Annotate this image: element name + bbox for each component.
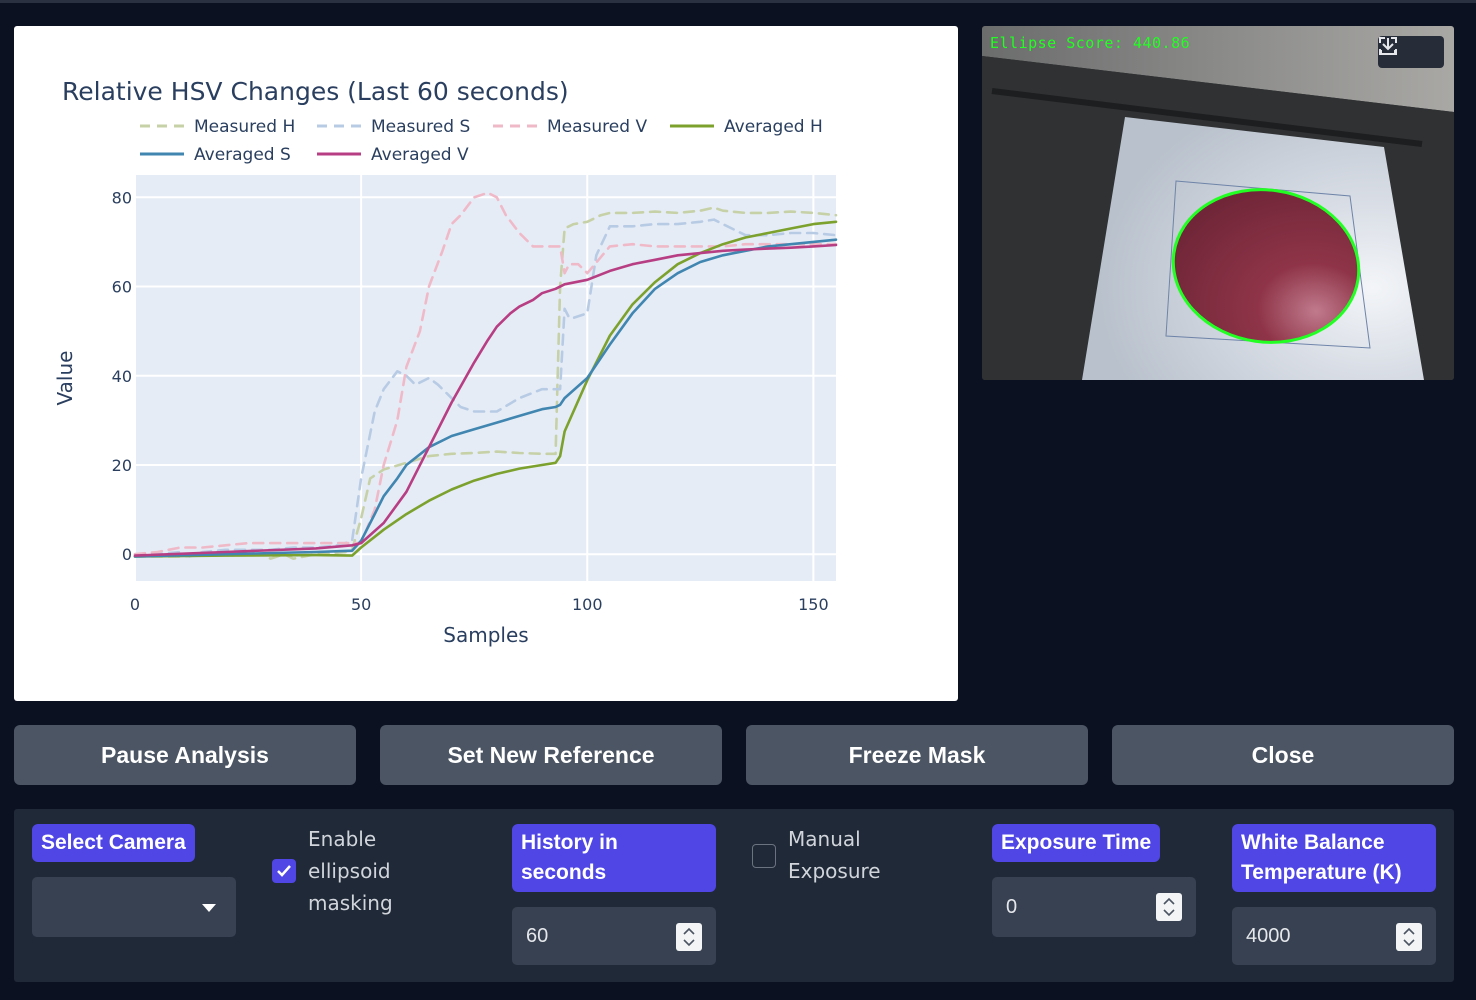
ellipsoid-masking-label: Enable ellipsoid masking (308, 827, 393, 915)
checkmark-icon (277, 865, 291, 877)
ellipse-score-label: Ellipse Score: 440.86 (990, 34, 1191, 52)
plot-area[interactable] (135, 175, 836, 581)
camera-feed: Ellipse Score: 440.86 (982, 26, 1454, 380)
white-balance-value[interactable] (1246, 907, 1376, 965)
camera-select[interactable] (32, 877, 236, 937)
x-tick-label: 0 (130, 595, 140, 614)
x-tick-label: 100 (572, 595, 603, 614)
exposure-spinner[interactable] (1156, 893, 1182, 921)
x-tick-label: 50 (351, 595, 371, 614)
window-top-border (0, 0, 1476, 3)
chart-title: Relative HSV Changes (Last 60 seconds) (62, 77, 569, 106)
exposure-time-input[interactable] (992, 877, 1196, 937)
hsv-chart-panel: Relative HSV Changes (Last 60 seconds) M… (14, 26, 958, 701)
legend-label: Averaged V (371, 145, 469, 165)
white-balance-label: White Balance Temperature (K) (1232, 824, 1436, 892)
history-seconds-value[interactable] (526, 907, 656, 965)
x-axis-title: Samples (443, 623, 528, 647)
download-icon[interactable] (1380, 36, 1444, 68)
set-new-reference-button[interactable]: Set New Reference (380, 725, 722, 785)
manual-exposure-label: Manual Exposure (788, 827, 881, 883)
spinner-arrows-icon (1403, 927, 1415, 947)
y-tick-label: 40 (112, 367, 132, 386)
legend-label: Measured S (371, 117, 470, 137)
chevron-down-icon (202, 904, 216, 912)
white-balance-input[interactable] (1232, 907, 1436, 965)
y-axis-title: Value (53, 351, 77, 406)
exposure-time-value[interactable] (1006, 877, 1136, 937)
pause-analysis-button[interactable]: Pause Analysis (14, 725, 356, 785)
y-tick-label: 0 (122, 545, 132, 564)
legend-item-averaged-s[interactable]: Averaged S (140, 145, 291, 165)
chart-legend[interactable]: Measured H Measured S Measured V Average… (140, 117, 823, 165)
close-button[interactable]: Close (1112, 725, 1454, 785)
exposure-time-label: Exposure Time (992, 824, 1161, 862)
legend-item-averaged-h[interactable]: Averaged H (670, 117, 823, 137)
legend-item-measured-v[interactable]: Measured V (493, 117, 647, 137)
spinner-arrows-icon (1163, 897, 1175, 917)
white-balance-spinner[interactable] (1396, 923, 1422, 951)
select-camera-label: Select Camera (32, 824, 195, 862)
y-tick-label: 20 (112, 456, 132, 475)
history-seconds-input[interactable] (512, 907, 716, 965)
hsv-line-chart: Relative HSV Changes (Last 60 seconds) M… (53, 77, 838, 647)
x-tick-label: 150 (798, 595, 829, 614)
legend-label: Measured H (194, 117, 295, 137)
legend-label: Averaged S (194, 145, 291, 165)
ellipsoid-masking-checkbox[interactable] (272, 859, 296, 883)
manual-exposure-checkbox[interactable] (752, 844, 776, 868)
camera-toolbar (1378, 36, 1444, 68)
legend-label: Averaged H (724, 117, 823, 137)
legend-item-averaged-v[interactable]: Averaged V (317, 145, 469, 165)
y-tick-label: 60 (112, 278, 132, 297)
history-seconds-label: History in seconds (512, 824, 716, 892)
history-spinner[interactable] (676, 923, 702, 951)
settings-panel: Select Camera Enable ellipsoid masking H… (14, 809, 1454, 982)
legend-item-measured-s[interactable]: Measured S (317, 117, 470, 137)
spinner-arrows-icon (683, 927, 695, 947)
legend-label: Measured V (547, 117, 647, 137)
legend-item-measured-h[interactable]: Measured H (140, 117, 295, 137)
y-tick-label: 80 (112, 188, 132, 207)
camera-image (982, 26, 1454, 380)
freeze-mask-button[interactable]: Freeze Mask (746, 725, 1088, 785)
